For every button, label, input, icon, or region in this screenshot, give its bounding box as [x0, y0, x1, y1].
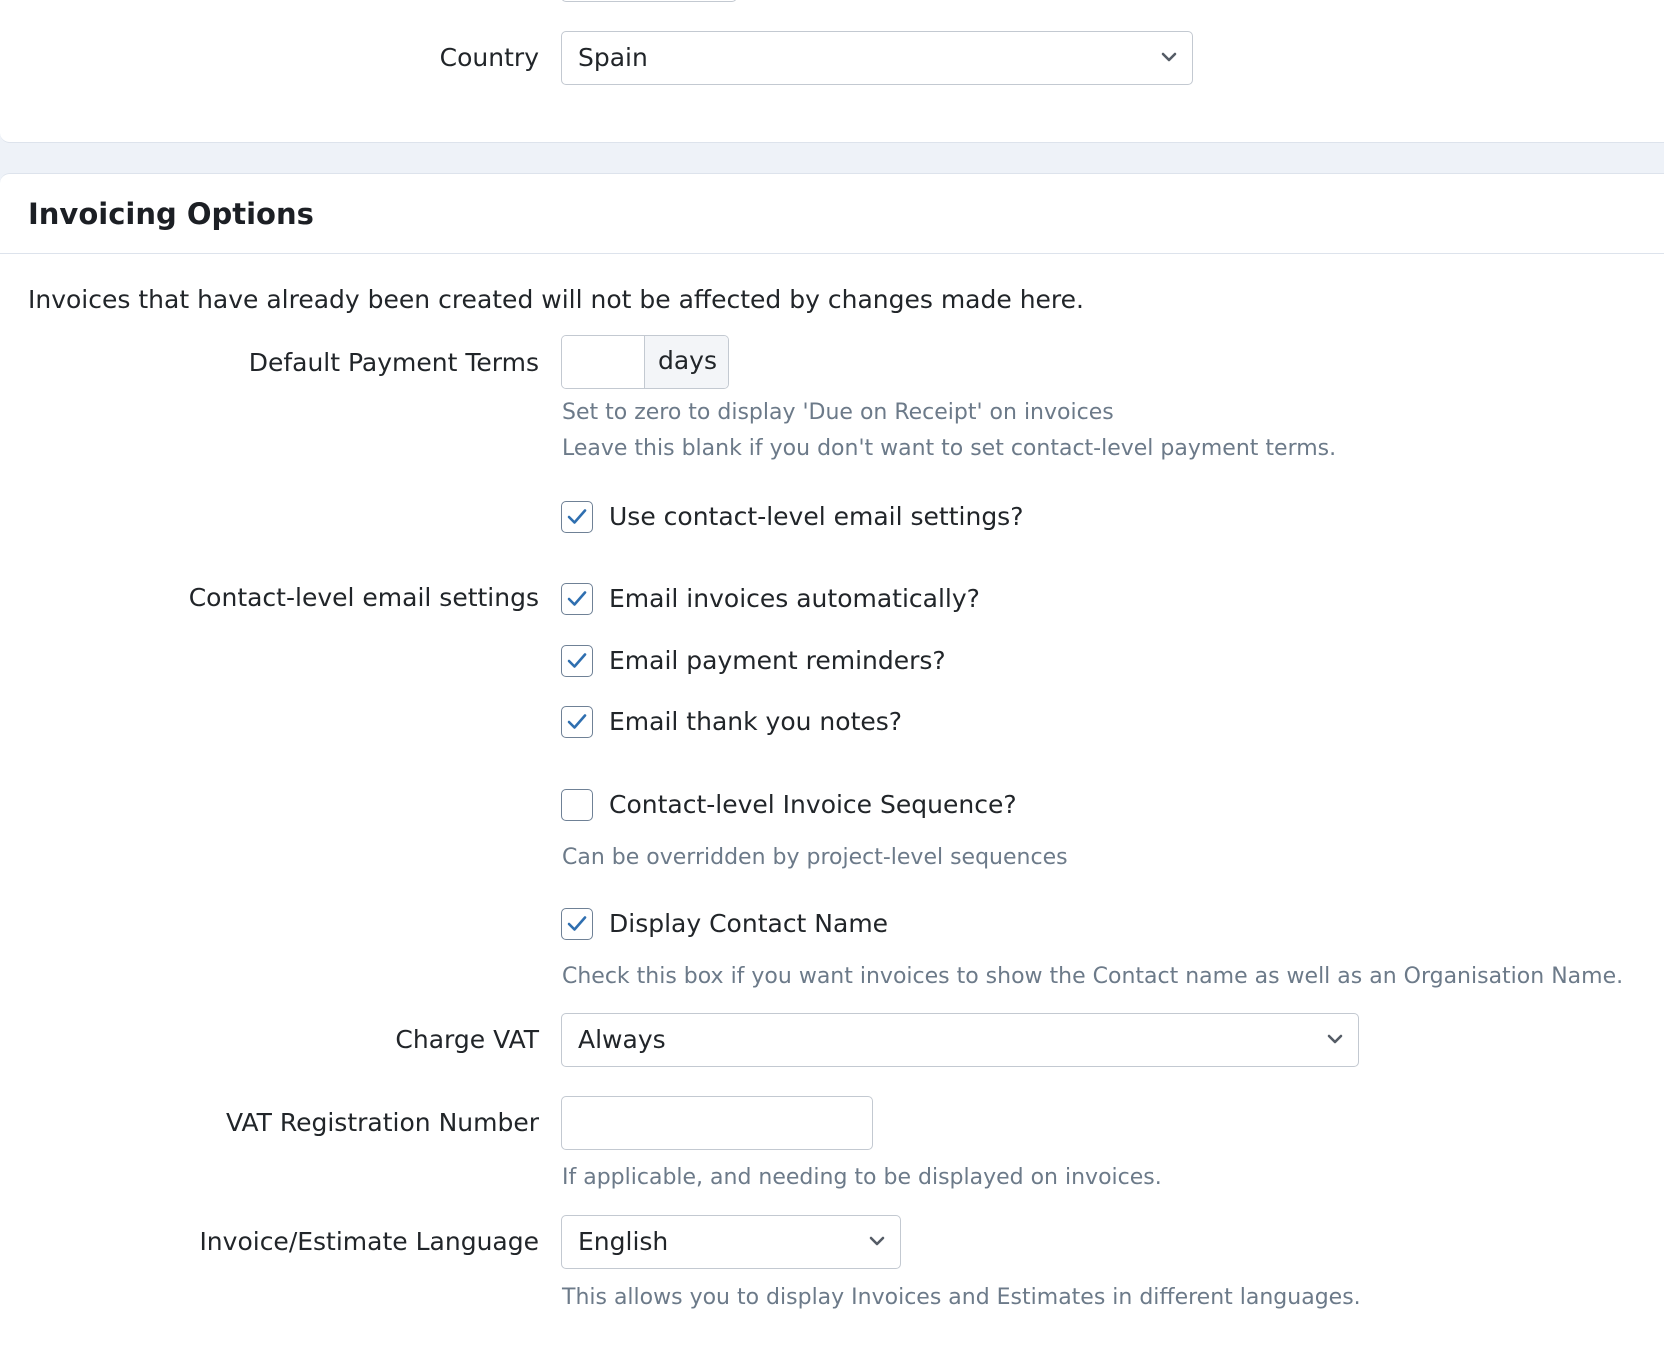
language-label: Invoice/Estimate Language — [199, 1227, 539, 1256]
charge-vat-label: Charge VAT — [395, 1025, 539, 1054]
payment-terms-label: Default Payment Terms — [248, 348, 539, 377]
payment-terms-input-group: days — [561, 335, 729, 389]
payment-terms-input[interactable] — [562, 336, 648, 388]
invoice-sequence-help: Can be overridden by project-level seque… — [562, 845, 1068, 870]
display-contact-name-label: Display Contact Name — [609, 909, 889, 938]
language-select-value: English — [578, 1227, 669, 1256]
invoice-sequence-checkbox[interactable] — [561, 789, 593, 821]
vat-number-input[interactable] — [561, 1096, 873, 1150]
section-divider — [0, 253, 1664, 254]
checkmark-icon — [567, 591, 587, 606]
vat-number-help: If applicable, and needing to be display… — [562, 1165, 1162, 1190]
checkmark-icon — [567, 653, 587, 668]
previous-field-input[interactable] — [561, 0, 737, 2]
use-contact-email-label: Use contact-level email settings? — [609, 502, 1024, 531]
email-thank-you-checkbox[interactable] — [561, 706, 593, 738]
email-thank-you-label: Email thank you notes? — [609, 707, 903, 736]
chevron-down-icon — [1161, 52, 1177, 62]
use-contact-email-checkbox[interactable] — [561, 501, 593, 533]
email-invoices-checkbox[interactable] — [561, 583, 593, 615]
payment-terms-help-zero: Set to zero to display 'Due on Receipt' … — [562, 400, 1114, 425]
country-select[interactable]: Spain — [561, 31, 1193, 85]
address-card: Country Spain — [0, 0, 1664, 143]
language-help: This allows you to display Invoices and … — [562, 1285, 1361, 1310]
section-title: Invoicing Options — [28, 197, 314, 231]
email-reminders-checkbox[interactable] — [561, 645, 593, 677]
invoicing-options-card: Invoicing Options Invoices that have alr… — [0, 173, 1664, 1362]
invoice-sequence-label: Contact-level Invoice Sequence? — [609, 790, 1017, 819]
email-settings-label: Contact-level email settings — [188, 583, 539, 612]
chevron-down-icon — [869, 1236, 885, 1246]
checkmark-icon — [567, 509, 587, 524]
charge-vat-select[interactable]: Always — [561, 1013, 1359, 1067]
chevron-down-icon — [1327, 1034, 1343, 1044]
display-contact-name-help: Check this box if you want invoices to s… — [562, 964, 1624, 989]
email-invoices-label: Email invoices automatically? — [609, 584, 980, 613]
invoicing-intro-text: Invoices that have already been created … — [28, 285, 1084, 314]
charge-vat-select-value: Always — [578, 1025, 666, 1054]
email-reminders-label: Email payment reminders? — [609, 646, 946, 675]
checkmark-icon — [567, 714, 587, 729]
days-addon: days — [644, 336, 728, 388]
country-select-value: Spain — [578, 43, 648, 72]
checkmark-icon — [567, 916, 587, 931]
vat-number-label: VAT Registration Number — [225, 1108, 539, 1137]
display-contact-name-checkbox[interactable] — [561, 908, 593, 940]
language-select[interactable]: English — [561, 1215, 901, 1269]
payment-terms-help-blank: Leave this blank if you don't want to se… — [562, 436, 1337, 461]
country-label: Country — [439, 43, 539, 72]
